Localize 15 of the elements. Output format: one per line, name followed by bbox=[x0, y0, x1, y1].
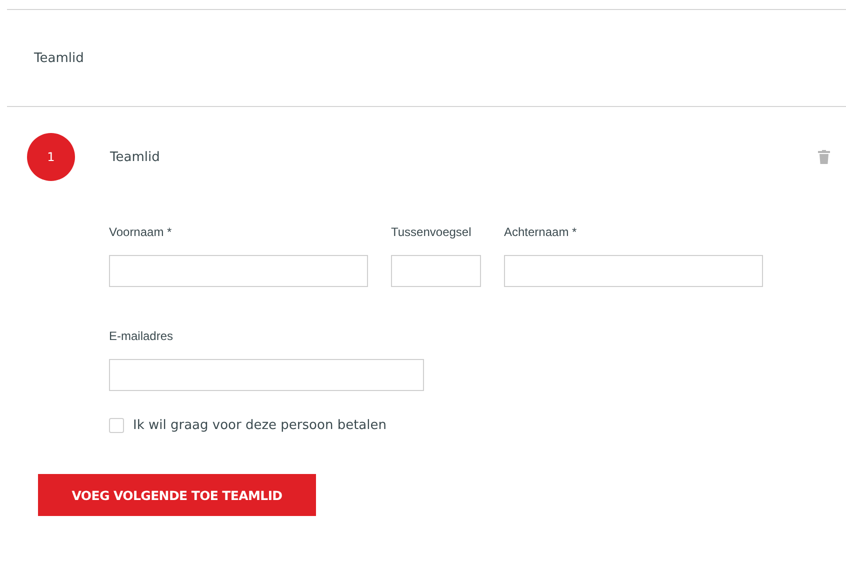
member-title: Teamlid bbox=[110, 150, 161, 164]
checkbox[interactable] bbox=[109, 418, 124, 433]
field-label: E-mailadres bbox=[109, 329, 174, 345]
field-label: Voornaam * bbox=[109, 225, 173, 241]
checkbox-label: Ik wil graag voor deze persoon betalen bbox=[133, 418, 386, 433]
email-field[interactable] bbox=[109, 359, 424, 391]
input-field[interactable] bbox=[504, 255, 763, 287]
field-label: Achternaam * bbox=[504, 225, 578, 241]
input-field[interactable] bbox=[109, 255, 368, 287]
member-number: 1 bbox=[27, 133, 75, 181]
trash-icon[interactable] bbox=[818, 150, 830, 164]
section-title: Teamlid bbox=[33, 50, 85, 68]
field-label: Tussenvoegsel bbox=[391, 225, 472, 241]
input-field[interactable] bbox=[391, 255, 481, 287]
add-member-button[interactable]: VOEG VOLGENDE TOE TEAMLID bbox=[38, 474, 316, 516]
